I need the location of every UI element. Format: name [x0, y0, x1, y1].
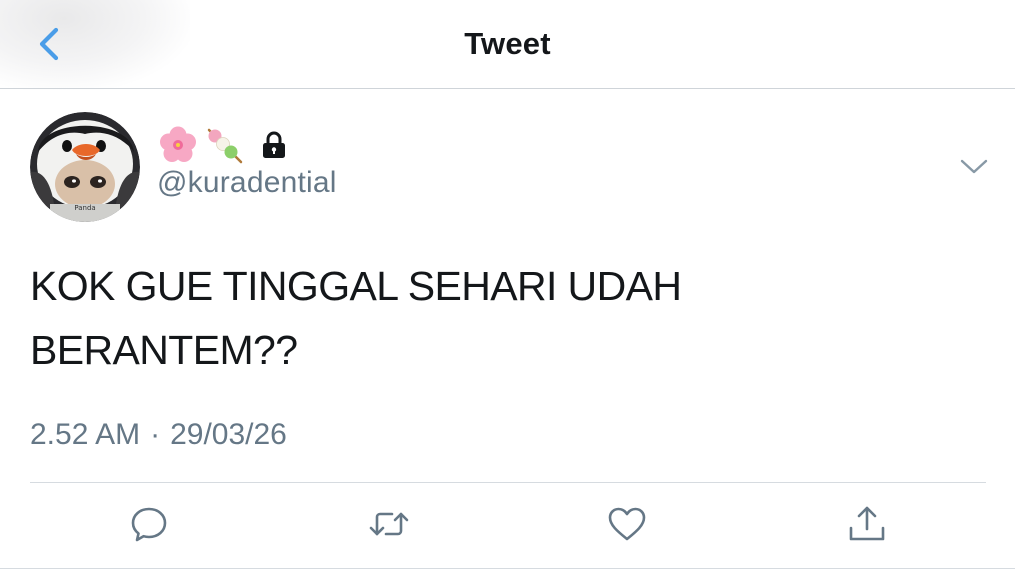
svg-text:Panda: Panda: [74, 204, 95, 212]
chevron-down-icon: [960, 159, 988, 174]
tweet-text: KOK GUE TINGGAL SEHARI UDAH BERANTEM??: [30, 254, 790, 382]
user-handle[interactable]: @kuradential: [157, 166, 337, 200]
bottom-divider: [0, 568, 1015, 569]
tweet-text-line: KOK GUE TINGGAL SEHARI UDAH: [30, 263, 682, 309]
retweet-icon: [369, 512, 409, 536]
display-name[interactable]: [157, 125, 289, 165]
tweet-time: 2.52 AM: [30, 418, 141, 451]
lock-icon: [263, 131, 285, 158]
tweet-text-line: BERANTEM??: [30, 327, 298, 373]
like-button[interactable]: [607, 504, 647, 544]
tweet-detail-screen: Tweet Panda @kuradential KOK GUE TINGGAL…: [0, 0, 1015, 571]
tweet-menu-button[interactable]: [958, 150, 990, 182]
tweet-date: 29/03/26: [170, 418, 287, 451]
reply-button[interactable]: [129, 504, 169, 544]
cherry-blossom-emoji-icon: [160, 126, 196, 162]
like-icon: [608, 507, 646, 541]
penguin-costume-avatar-icon: Panda: [30, 112, 140, 222]
share-button[interactable]: [847, 504, 887, 544]
share-icon: [849, 506, 885, 541]
header-divider: [0, 88, 1015, 89]
page-title: Tweet: [464, 26, 551, 61]
reply-icon: [131, 507, 167, 542]
content-divider: [30, 482, 986, 483]
navigation-header: Tweet: [0, 0, 1015, 90]
retweet-button[interactable]: [367, 504, 411, 544]
timestamp-separator: ·: [150, 418, 161, 451]
avatar[interactable]: Panda: [30, 112, 140, 222]
tweet-timestamp: 2.52 AM · 29/03/26: [30, 418, 287, 452]
dango-emoji-icon: [207, 128, 243, 164]
